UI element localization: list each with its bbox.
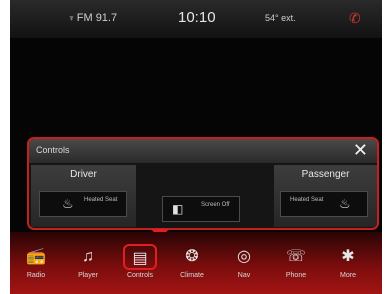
dock-label: Climate <box>180 272 204 279</box>
passenger-heated-seat-button[interactable]: Heated Seat ♨ <box>280 191 368 217</box>
popup-title: Controls <box>36 145 70 155</box>
radio-station: FM 91.7 <box>76 12 118 24</box>
dock-label: More <box>340 272 356 279</box>
driver-title: Driver <box>70 169 97 180</box>
radio-status[interactable]: ♆ FM 91.7 <box>68 12 117 24</box>
dock-label: Radio <box>26 272 46 279</box>
heated-seat-icon: ♨ <box>339 196 351 211</box>
popup-header: Controls ✕ <box>29 139 377 163</box>
controls-icon: ▤ <box>123 244 157 270</box>
driver-panel: Driver ♨ Heated Seat <box>31 165 136 227</box>
close-icon[interactable]: ✕ <box>353 140 368 161</box>
screen-off-icon: ◧ <box>172 202 184 216</box>
phone-icon[interactable]: ✆ <box>349 10 361 27</box>
dock-item-radio[interactable]: 📻 Radio <box>14 244 58 290</box>
dock-item-phone[interactable]: ☏ Phone <box>274 244 318 290</box>
dock-label: Player <box>78 272 98 279</box>
climate-icon: ❂ <box>185 248 199 265</box>
controls-popup: Controls ✕ Driver ♨ Heated Seat ◧ Screen… <box>27 137 379 230</box>
dock-label: Phone <box>285 272 307 279</box>
radio-icon: 📻 <box>26 248 46 265</box>
passenger-heated-seat-label: Heated Seat <box>290 197 324 203</box>
screen-off-button[interactable]: ◧ Screen Off <box>162 196 240 222</box>
status-bar: ♆ FM 91.7 10:10 54° ext. ✆ <box>10 0 382 38</box>
screen-off-label: Screen Off <box>201 202 230 208</box>
dock-label: Nav <box>237 272 251 279</box>
dock-item-more[interactable]: ✱ More <box>326 244 370 290</box>
dock-item-climate[interactable]: ❂ Climate <box>170 244 214 290</box>
clock: 10:10 <box>178 9 216 26</box>
passenger-title: Passenger <box>301 169 350 180</box>
phone-icon: ☏ <box>285 248 306 265</box>
heated-seat-icon: ♨ <box>62 196 74 211</box>
nav-icon: ◎ <box>237 248 251 265</box>
head-unit-screen: ♆ FM 91.7 10:10 54° ext. ✆ Controls ✕ Dri… <box>10 0 382 294</box>
dock-item-nav[interactable]: ◎ Nav <box>222 244 266 290</box>
broadcast-icon: ♆ <box>68 13 75 23</box>
more-icon: ✱ <box>341 248 355 265</box>
passenger-panel: Passenger Heated Seat ♨ <box>274 165 377 227</box>
outside-temperature: 54° ext. <box>265 13 296 23</box>
dock-label: Controls <box>126 272 154 279</box>
driver-heated-seat-label: Heated Seat <box>84 197 118 203</box>
player-icon: ♫ <box>82 248 94 265</box>
driver-heated-seat-button[interactable]: ♨ Heated Seat <box>39 191 127 217</box>
dock-item-controls[interactable]: ▤ Controls <box>118 244 162 290</box>
bottom-dock: 📻 Radio ♫ Player ▤ Controls ❂ Climate ◎ … <box>10 232 382 294</box>
dock-item-player[interactable]: ♫ Player <box>66 244 110 290</box>
